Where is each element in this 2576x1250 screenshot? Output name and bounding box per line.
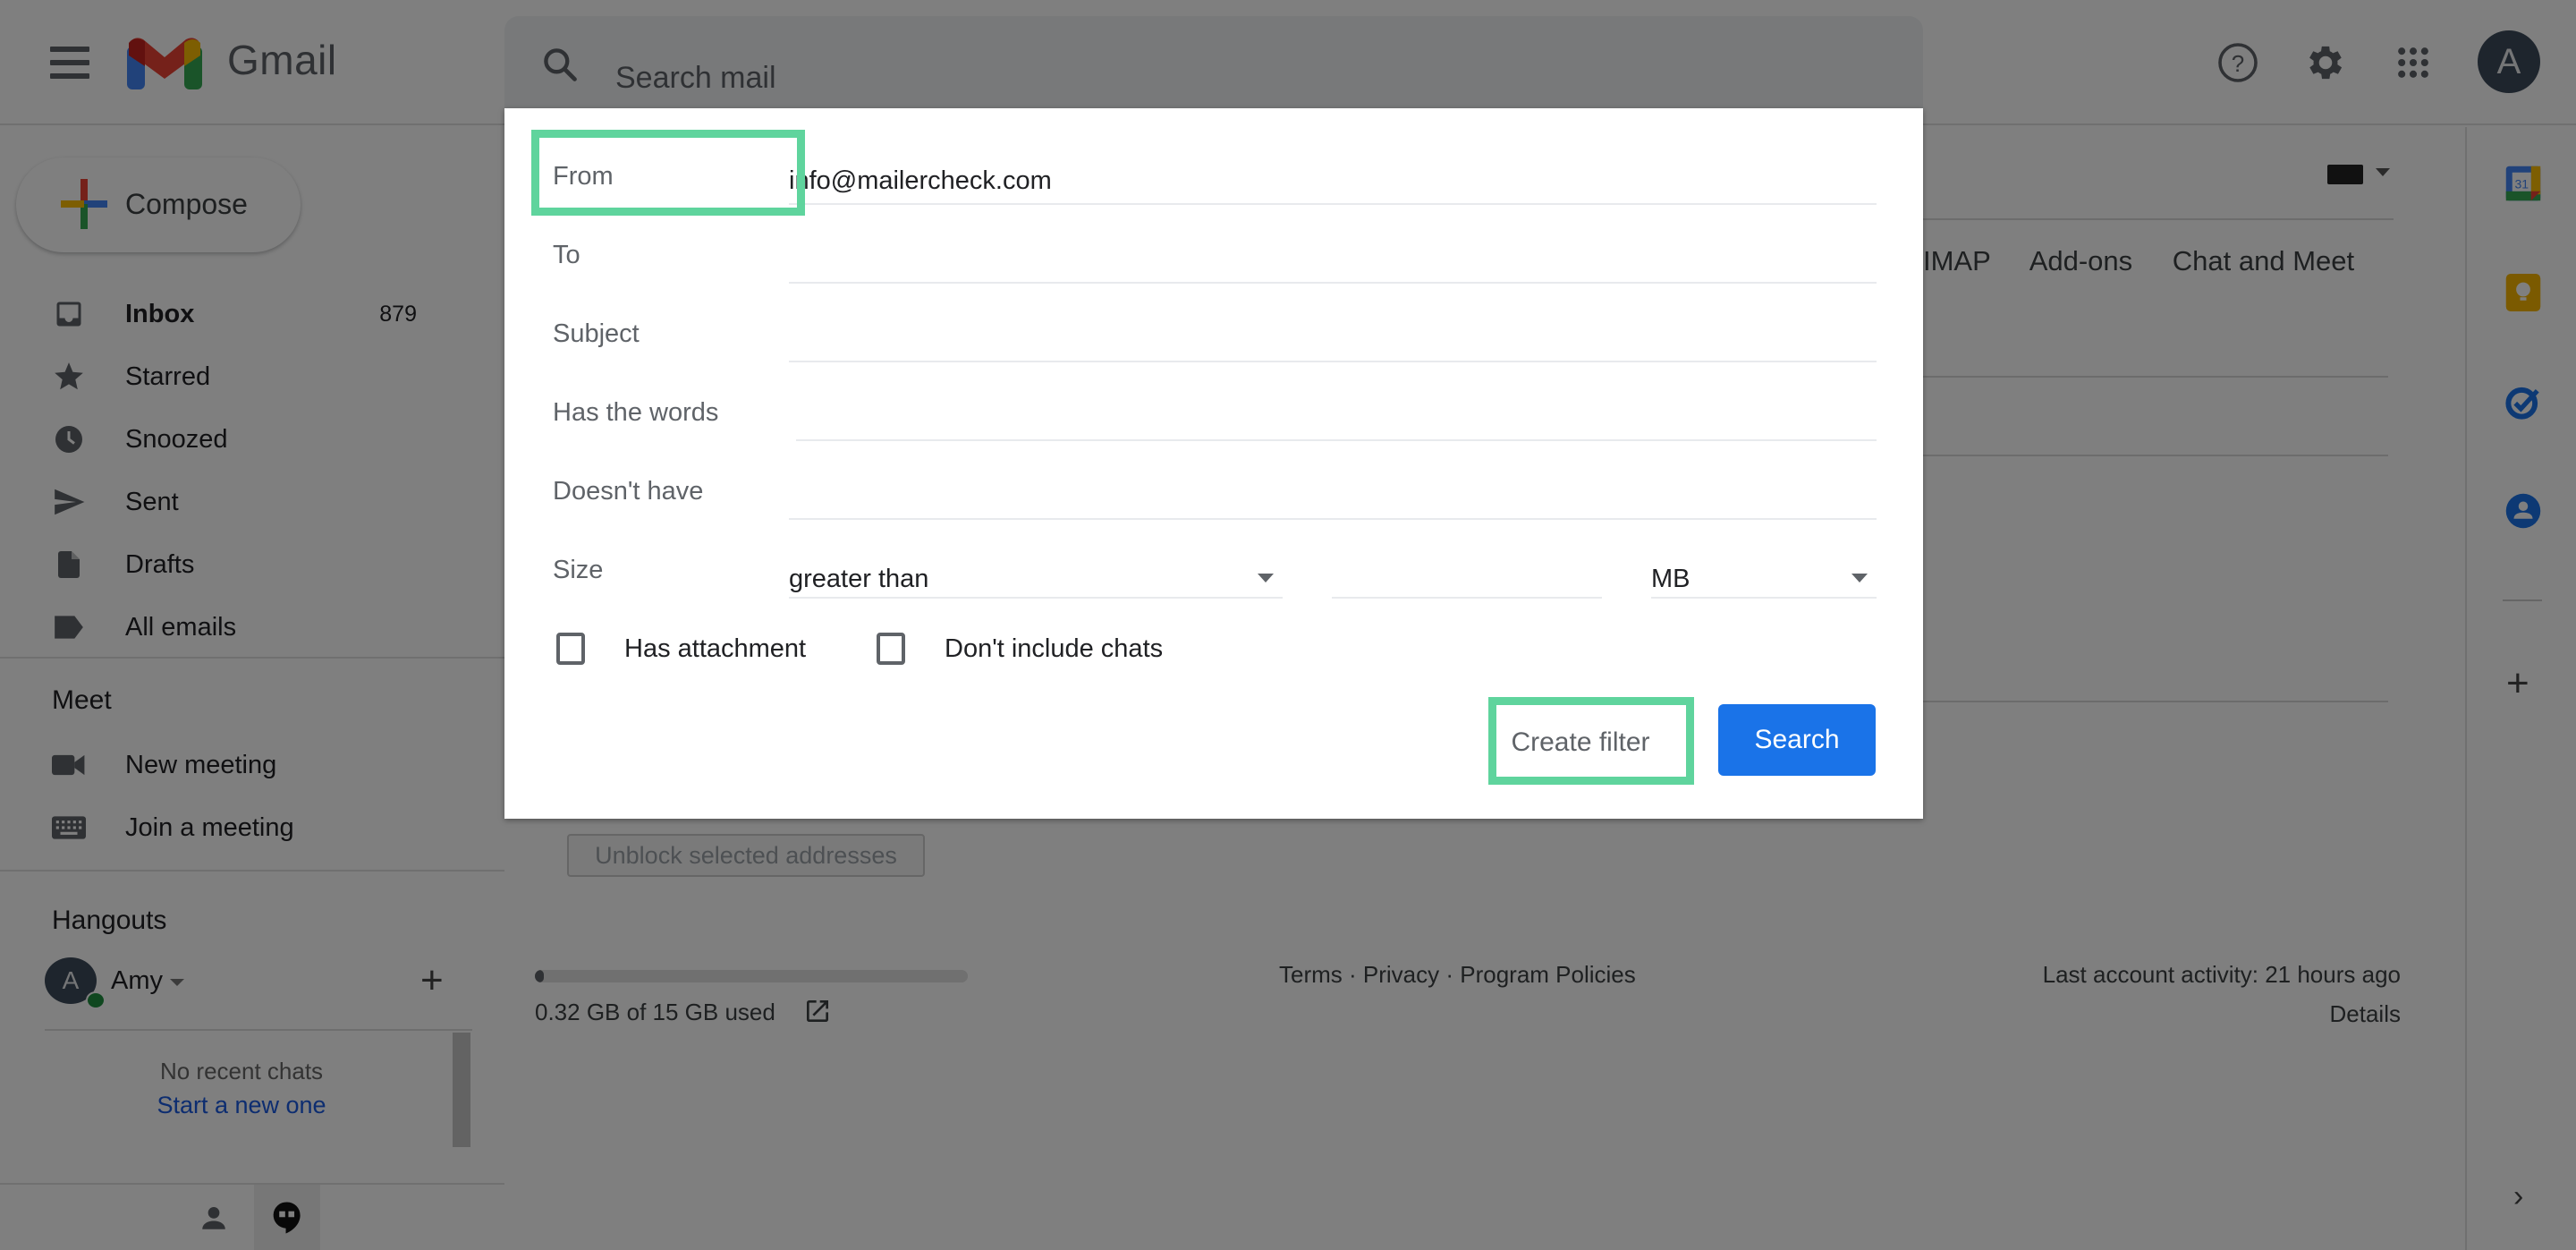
dont-include-chats-checkbox[interactable] — [877, 633, 905, 665]
has-attachment-label[interactable]: Has attachment — [624, 634, 806, 664]
search-button[interactable]: Search — [1718, 704, 1876, 776]
doesnt-have-label: Doesn't have — [553, 477, 704, 506]
chevron-down-icon — [1852, 574, 1868, 582]
doesnt-have-field[interactable] — [789, 464, 1877, 520]
has-words-row: Has the words — [504, 371, 1923, 450]
to-label: To — [553, 241, 580, 269]
dont-include-chats-label[interactable]: Don't include chats — [945, 634, 1163, 664]
from-row: From — [504, 135, 1923, 214]
from-label: From — [553, 162, 614, 191]
size-comparator-select[interactable]: greater than — [789, 543, 1283, 599]
size-row: Size greater than MB — [504, 529, 1923, 608]
subject-row: Subject — [504, 293, 1923, 371]
to-field[interactable] — [789, 228, 1877, 284]
subject-field[interactable] — [789, 307, 1877, 362]
has-words-label: Has the words — [553, 398, 719, 427]
create-filter-button[interactable]: Create filter — [1488, 708, 1673, 778]
has-words-field[interactable] — [796, 386, 1877, 441]
has-attachment-checkbox[interactable] — [556, 633, 585, 665]
advanced-search-dialog: From To Subject Has the words Doesn't ha… — [504, 108, 1923, 819]
chevron-down-icon — [1258, 574, 1274, 582]
size-amount-field[interactable] — [1332, 543, 1602, 599]
size-unit-select[interactable]: MB — [1651, 543, 1877, 599]
subject-label: Subject — [553, 319, 640, 348]
from-field[interactable] — [789, 149, 1877, 205]
doesnt-have-row: Doesn't have — [504, 450, 1923, 529]
size-label: Size — [553, 556, 604, 584]
to-row: To — [504, 214, 1923, 293]
size-unit-value: MB — [1651, 565, 1690, 593]
size-comparator-value: greater than — [789, 565, 929, 593]
